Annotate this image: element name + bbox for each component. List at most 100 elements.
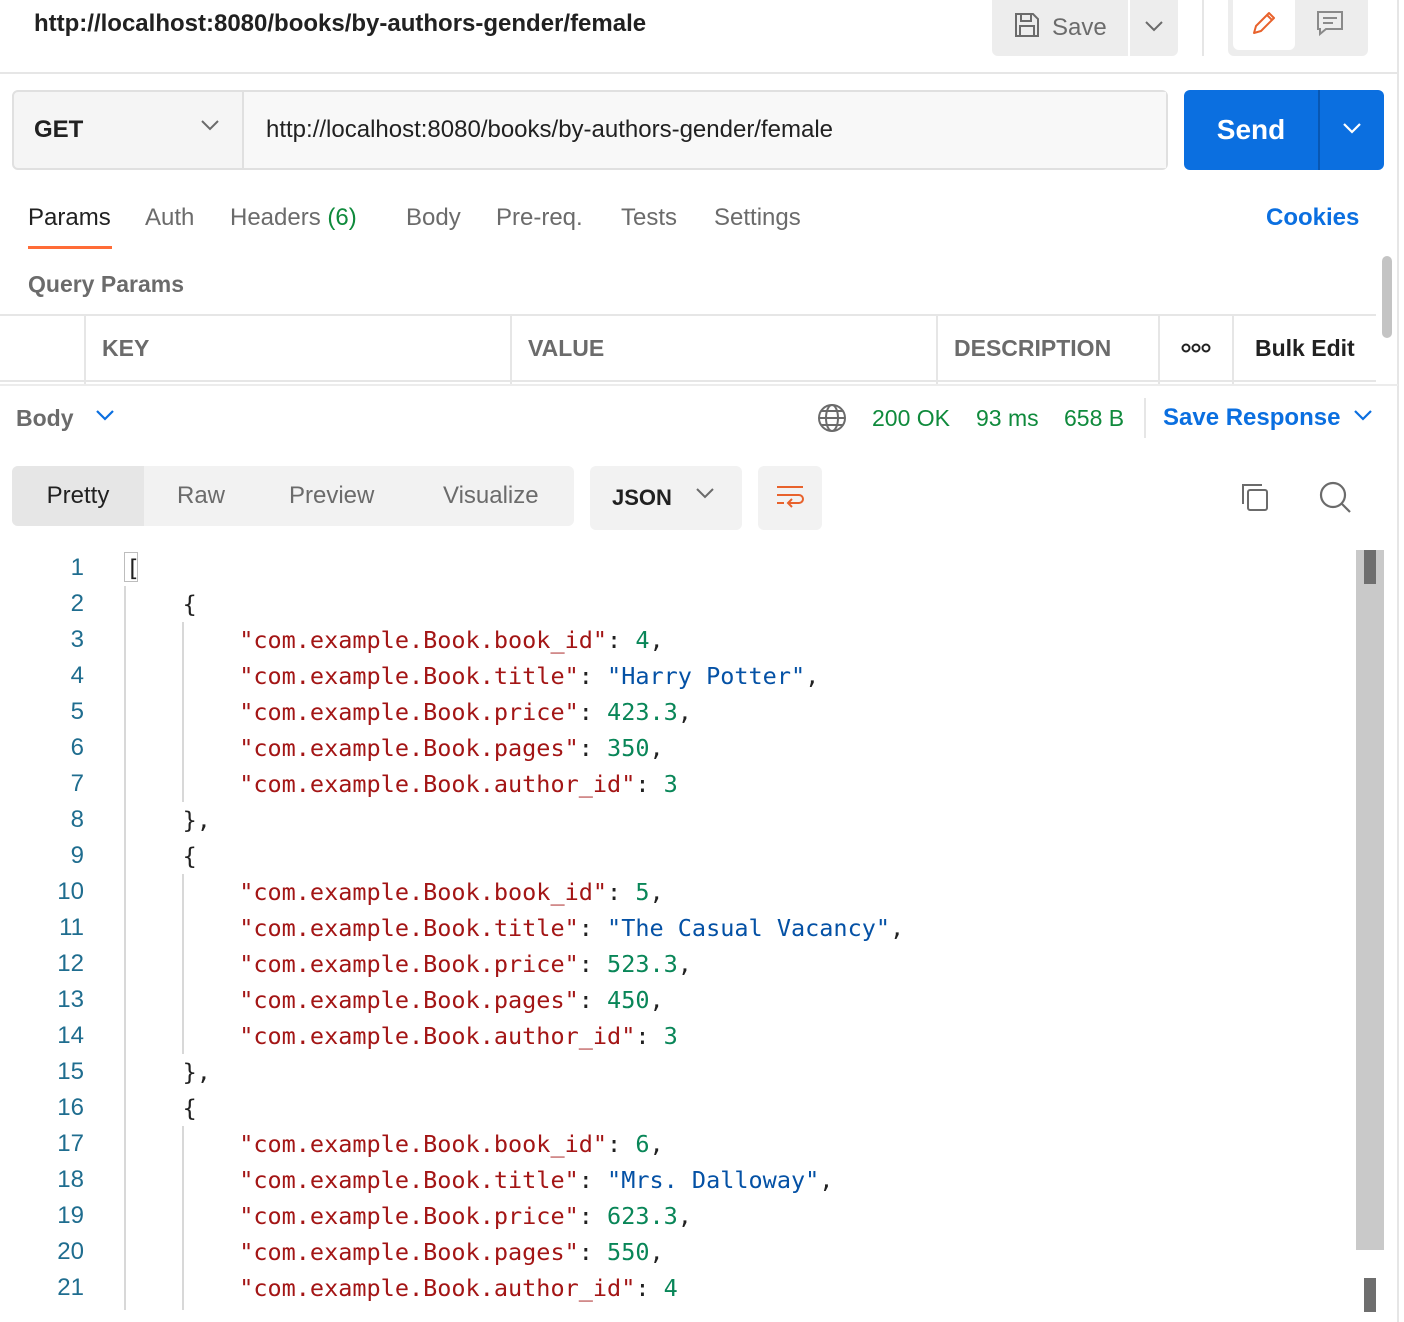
copy-icon[interactable] xyxy=(1238,480,1272,519)
line-number: 1 xyxy=(70,554,84,581)
response-code-editor[interactable]: 1[2 {3 "com.example.Book.book_id": 4, 4 "… xyxy=(0,550,1356,1322)
status-code[interactable]: 200 OK xyxy=(872,402,950,434)
tab-body[interactable]: Body xyxy=(406,200,461,236)
pane-border xyxy=(1397,0,1399,1322)
code-text: "com.example.Book.title": "Harry Potter"… xyxy=(239,662,820,690)
code-line: 14 "com.example.Book.author_id": 3 xyxy=(0,1018,1356,1054)
line-number: 12 xyxy=(57,950,84,977)
line-number: 2 xyxy=(70,590,84,617)
column-header-description: DESCRIPTION xyxy=(954,335,1112,361)
code-text: { xyxy=(126,590,197,618)
code-text: "com.example.Book.title": "Mrs. Dalloway… xyxy=(239,1166,834,1194)
search-icon[interactable] xyxy=(1316,478,1354,521)
pencil-icon xyxy=(1248,7,1280,44)
code-text: "com.example.Book.book_id": 4, xyxy=(239,626,664,654)
code-text: "com.example.Book.price": 423.3, xyxy=(239,698,692,726)
code-scrollbar-thumb[interactable] xyxy=(1364,550,1376,584)
divider xyxy=(0,72,1398,74)
code-text: "com.example.Book.title": "The Casual Va… xyxy=(239,914,905,942)
url-value: http://localhost:8080/books/by-authors-g… xyxy=(266,116,834,143)
response-size[interactable]: 658 B xyxy=(1064,402,1124,434)
code-text: "com.example.Book.book_id": 6, xyxy=(239,1130,664,1158)
save-button[interactable]: Save xyxy=(992,0,1128,56)
code-text: "com.example.Book.book_id": 5, xyxy=(239,878,664,906)
line-number: 4 xyxy=(70,662,84,689)
line-number: 20 xyxy=(57,1238,84,1265)
code-line: 6 "com.example.Book.pages": 350, xyxy=(0,730,1356,766)
code-text: { xyxy=(126,842,197,870)
line-number: 10 xyxy=(57,878,84,905)
active-tab-indicator xyxy=(28,246,112,249)
chevron-down-icon[interactable] xyxy=(694,486,716,505)
line-number: 3 xyxy=(70,626,84,653)
pane-divider[interactable] xyxy=(0,384,1398,386)
tab-tests[interactable]: Tests xyxy=(621,200,677,236)
tab-headers-label: Headers xyxy=(230,204,321,231)
view-tab-pretty[interactable]: Pretty xyxy=(12,466,144,526)
code-line: 2 { xyxy=(0,586,1356,622)
divider xyxy=(1202,0,1204,56)
response-body-label[interactable]: Body xyxy=(16,402,74,434)
save-options-button[interactable] xyxy=(1130,0,1178,56)
code-scrollbar[interactable] xyxy=(1356,550,1384,1250)
code-line: 3 "com.example.Book.book_id": 4, xyxy=(0,622,1356,658)
code-line: 4 "com.example.Book.title": "Harry Potte… xyxy=(0,658,1356,694)
edit-mode-button[interactable] xyxy=(1233,0,1295,50)
tab-settings[interactable]: Settings xyxy=(714,200,801,236)
method-value: GET xyxy=(34,116,84,143)
globe-icon[interactable] xyxy=(816,402,848,439)
code-text: "com.example.Book.price": 523.3, xyxy=(239,950,692,978)
code-text: { xyxy=(126,1094,197,1122)
code-text: "com.example.Book.pages": 450, xyxy=(239,986,664,1014)
table-border xyxy=(1158,316,1160,386)
line-number: 15 xyxy=(57,1058,84,1085)
response-time[interactable]: 93 ms xyxy=(976,402,1039,434)
tab-auth[interactable]: Auth xyxy=(145,200,194,236)
send-options-button[interactable] xyxy=(1320,90,1384,170)
line-number: 5 xyxy=(70,698,84,725)
more-options-icon[interactable] xyxy=(1180,336,1212,365)
code-line: 15 }, xyxy=(0,1054,1356,1090)
code-line: 12 "com.example.Book.price": 523.3, xyxy=(0,946,1356,982)
code-text: }, xyxy=(126,806,211,834)
code-line: 7 "com.example.Book.author_id": 3 xyxy=(0,766,1356,802)
comments-button[interactable] xyxy=(1298,0,1362,50)
view-tab-preview[interactable]: Preview xyxy=(289,466,374,526)
code-text: }, xyxy=(126,1058,211,1086)
code-line: 9 { xyxy=(0,838,1356,874)
cookies-link[interactable]: Cookies xyxy=(1266,200,1359,236)
line-number: 14 xyxy=(57,1022,84,1049)
tab-prereq[interactable]: Pre-req. xyxy=(496,200,583,236)
chevron-down-icon[interactable] xyxy=(1352,408,1374,427)
code-text: "com.example.Book.author_id": 3 xyxy=(239,770,678,798)
table-border xyxy=(0,314,1376,316)
chevron-down-icon[interactable] xyxy=(200,118,220,136)
format-value: JSON xyxy=(612,485,672,510)
format-select[interactable]: JSON xyxy=(590,466,742,530)
request-title[interactable]: http://localhost:8080/books/by-authors-g… xyxy=(34,8,646,40)
code-line: 16 { xyxy=(0,1090,1356,1126)
code-text: "com.example.Book.price": 623.3, xyxy=(239,1202,692,1230)
line-number: 13 xyxy=(57,986,84,1013)
code-text: "com.example.Book.author_id": 3 xyxy=(239,1022,678,1050)
url-input[interactable]: http://localhost:8080/books/by-authors-g… xyxy=(244,92,1166,168)
line-number: 9 xyxy=(70,842,84,869)
indent-guide xyxy=(182,622,184,802)
chevron-down-icon[interactable] xyxy=(94,408,116,427)
scrollbar[interactable] xyxy=(1382,256,1392,338)
divider xyxy=(1144,398,1146,438)
view-tab-raw[interactable]: Raw xyxy=(177,466,225,526)
line-number: 16 xyxy=(57,1094,84,1121)
code-scrollbar-thumb[interactable] xyxy=(1364,1278,1376,1312)
send-button[interactable]: Send xyxy=(1184,90,1318,170)
save-response-button[interactable]: Save Response xyxy=(1163,402,1340,434)
bulk-edit-button[interactable]: Bulk Edit xyxy=(1255,332,1355,364)
tab-params[interactable]: Params xyxy=(28,200,111,236)
code-text: "com.example.Book.author_id": 4 xyxy=(239,1274,678,1302)
wrap-lines-button[interactable] xyxy=(758,466,822,530)
code-line: 8 }, xyxy=(0,802,1356,838)
code-text: "com.example.Book.pages": 550, xyxy=(239,1238,664,1266)
table-border xyxy=(936,316,938,386)
tab-headers[interactable]: Headers (6) xyxy=(230,200,357,236)
view-tab-visualize[interactable]: Visualize xyxy=(443,466,539,526)
